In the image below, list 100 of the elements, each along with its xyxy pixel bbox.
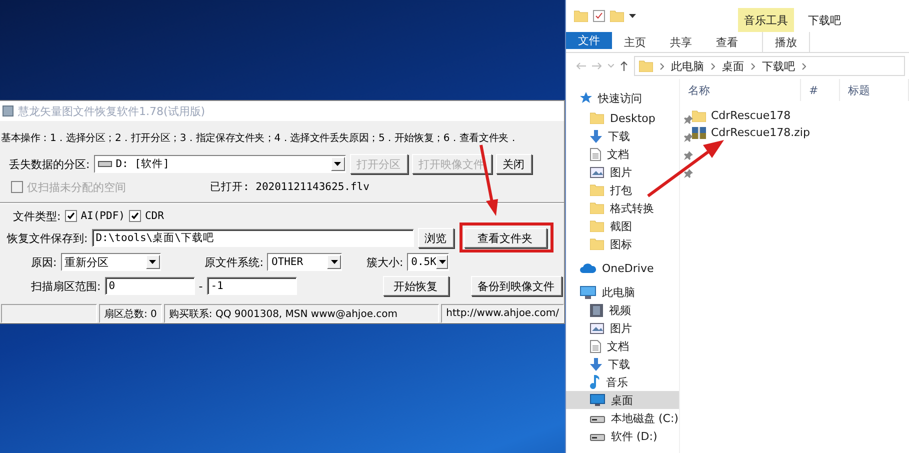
nav-item[interactable]: 文档 xyxy=(566,337,679,355)
ribbon-tab[interactable]: 共享 xyxy=(658,32,704,52)
folder-icon xyxy=(692,110,706,122)
document-icon xyxy=(590,340,601,352)
sector-range-label: 扫描扇区范围: xyxy=(31,278,101,294)
partition-label: 丢失数据的分区: xyxy=(9,156,90,172)
nav-item[interactable]: 打包 xyxy=(566,181,679,199)
backup-image-button[interactable]: 备份到映像文件 xyxy=(470,276,562,296)
dropdown-arrow-icon[interactable] xyxy=(629,14,636,18)
archive-icon xyxy=(692,126,706,138)
checkbox-label: 仅扫描未分配的空间 xyxy=(27,180,126,194)
reason-label: 原因: xyxy=(31,254,57,270)
instructions-text: 基本操作：1．选择分区；2．打开分区；3．指定保存文件夹；4．选择文件丢失原因；5．开始恢复；6．查看文件夹． xyxy=(1,132,518,145)
file-system-label: 原文件系统: xyxy=(204,254,264,270)
cluster-size-label: 簇大小: xyxy=(366,254,404,270)
contextual-tab-header: 音乐工具 xyxy=(738,8,794,32)
nav-item[interactable]: 图片 xyxy=(566,163,679,181)
nav-item[interactable]: 音乐 xyxy=(566,373,679,391)
picture-icon xyxy=(590,322,604,334)
nav-item[interactable]: 截图 xyxy=(566,217,679,235)
status-bar-text: http://www.ahjoe.com/ xyxy=(441,304,564,323)
column-header[interactable]: 名称 xyxy=(680,79,801,101)
pin-icon xyxy=(684,169,693,178)
column-header[interactable]: # xyxy=(801,79,840,101)
folder-icon xyxy=(590,184,604,196)
nav-item[interactable]: 桌面 xyxy=(566,391,679,409)
ribbon-tab[interactable]: 查看 xyxy=(704,32,750,52)
monitor-icon xyxy=(590,394,605,406)
caret-icon xyxy=(334,162,342,166)
folder-icon xyxy=(590,238,604,250)
cloud-icon xyxy=(580,263,596,273)
computer-icon xyxy=(580,286,596,298)
nav-item[interactable]: 图标 xyxy=(566,235,679,253)
pin-icon xyxy=(684,151,693,160)
nav-item[interactable]: 此电脑 xyxy=(566,283,679,301)
caret-icon xyxy=(438,260,446,264)
file-type-label: 文件类型: xyxy=(13,208,61,224)
file-item[interactable]: CdrRescue178 xyxy=(680,107,909,124)
up-arrow-icon[interactable] xyxy=(620,61,628,71)
cluster-size-dropdown[interactable]: 0.5K xyxy=(407,253,450,271)
folder-icon xyxy=(590,220,604,232)
start-recovery-button[interactable]: 开始恢复 xyxy=(382,276,449,296)
range-separator: - xyxy=(198,280,203,292)
drive-icon xyxy=(98,160,112,168)
chevron-right-icon xyxy=(751,62,755,70)
status-bar-text: 扇区总数: 0 xyxy=(99,304,162,323)
dropdown-button[interactable] xyxy=(330,157,345,171)
checklist-icon[interactable] xyxy=(593,10,605,22)
caret-icon xyxy=(330,260,338,264)
save-path-field[interactable]: D:\tools\桌面\下载吧 xyxy=(92,229,414,247)
nav-item[interactable]: 软件 (D:) xyxy=(566,427,679,445)
music-note-icon xyxy=(590,375,600,389)
app-icon xyxy=(2,105,14,117)
chevron-right-icon xyxy=(711,62,715,70)
window-title: 慧龙矢量图文件恢复软件1.78(试用版) xyxy=(18,104,206,118)
folder-icon xyxy=(639,60,653,72)
nav-item[interactable]: 快速访问 xyxy=(566,87,679,109)
down-arrow-icon xyxy=(590,358,602,370)
chevron-right-icon xyxy=(660,62,664,70)
pin-icon xyxy=(684,115,693,124)
partition-dropdown[interactable]: D: [软件] xyxy=(94,155,346,173)
dropdown-button[interactable] xyxy=(327,255,342,269)
address-bar[interactable]: 此电脑 桌面 下载吧 xyxy=(634,56,905,76)
drive-icon xyxy=(590,431,605,441)
nav-item[interactable]: 本地磁盘 (C:) xyxy=(566,409,679,427)
drive-icon xyxy=(590,413,605,423)
range-end-field[interactable]: -1 xyxy=(206,277,297,295)
document-icon xyxy=(590,148,601,160)
window-title: 下载吧 xyxy=(807,12,841,28)
down-arrow-icon xyxy=(590,130,602,142)
checkbox-label: AI(PDF) xyxy=(80,210,125,222)
range-start-field[interactable]: 0 xyxy=(104,277,195,295)
nav-item[interactable]: 视频 xyxy=(566,301,679,319)
folder-icon xyxy=(610,10,624,22)
dropdown-button[interactable] xyxy=(436,255,448,269)
checkbox-label: CDR xyxy=(144,210,164,222)
ribbon-tab[interactable]: 主页 xyxy=(612,32,658,52)
ribbon-tab[interactable]: 播放 xyxy=(762,32,810,52)
partition-action-button[interactable]: 关闭 xyxy=(496,154,532,174)
column-header[interactable]: 标题 xyxy=(840,79,909,101)
reason-dropdown[interactable]: 重新分区 xyxy=(60,253,161,271)
nav-item[interactable]: 图片 xyxy=(566,319,679,337)
folder-icon xyxy=(590,202,604,214)
checkbox[interactable] xyxy=(64,210,77,222)
view-folder-button[interactable]: 查看文件夹 xyxy=(464,228,547,248)
save-path-label: 恢复文件保存到: xyxy=(7,230,88,246)
status-bar-text: 购买联系: QQ 9001308, MSN www@ahjoe.com xyxy=(164,304,440,323)
ribbon-tab[interactable]: 文件 xyxy=(566,32,612,49)
nav-item[interactable]: 文档 xyxy=(566,145,679,163)
nav-item[interactable]: OneDrive xyxy=(566,259,679,277)
film-icon xyxy=(590,304,603,316)
nav-item[interactable]: 格式转换 xyxy=(566,199,679,217)
dropdown-button[interactable] xyxy=(146,255,160,269)
browse-button[interactable]: 浏览 xyxy=(418,228,454,248)
nav-item[interactable]: Desktop xyxy=(566,109,679,127)
file-system-dropdown[interactable]: OTHER xyxy=(267,253,342,271)
file-item[interactable]: CdrRescue178.zip xyxy=(680,124,909,141)
nav-item[interactable]: 下载 xyxy=(566,355,679,373)
checkbox[interactable] xyxy=(128,210,141,222)
nav-item[interactable]: 下载 xyxy=(566,127,679,145)
